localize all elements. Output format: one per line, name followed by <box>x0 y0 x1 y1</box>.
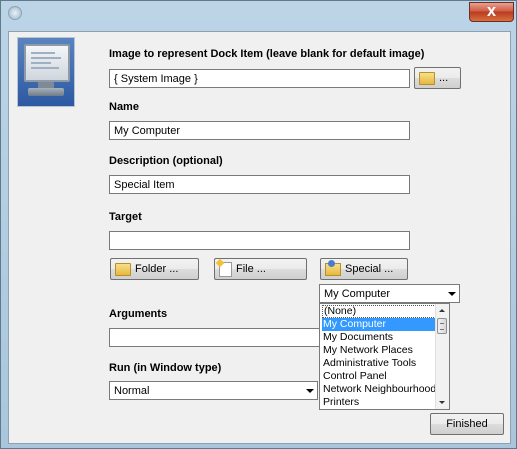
open-folder-icon <box>419 71 435 85</box>
dropdown-scrollbar[interactable] <box>435 304 449 409</box>
browse-image-label: ... <box>439 72 449 84</box>
dock-item-image <box>17 37 75 107</box>
file-button[interactable]: File ... <box>214 258 307 280</box>
chevron-down-icon <box>306 389 314 393</box>
scroll-up-icon[interactable] <box>436 304 449 317</box>
special-dropdown-value: My Computer <box>324 288 391 300</box>
title-bar[interactable]: X <box>1 1 516 25</box>
special-button[interactable]: Special ... <box>320 258 408 280</box>
special-folder-icon <box>325 259 341 276</box>
finished-button[interactable]: Finished <box>430 413 504 435</box>
special-dropdown-list[interactable]: (None) My Computer My Documents My Netwo… <box>319 303 450 410</box>
computer-monitor-icon <box>24 44 70 82</box>
run-window-type-value: Normal <box>114 385 150 397</box>
target-label: Target <box>109 211 142 223</box>
arguments-field[interactable] <box>109 328 320 347</box>
browse-image-button[interactable]: ... <box>414 67 461 89</box>
dropdown-option[interactable]: My Computer <box>322 318 439 331</box>
scroll-thumb[interactable] <box>437 318 447 334</box>
folder-icon <box>115 262 131 276</box>
dropdown-option[interactable]: Administrative Tools <box>322 357 439 370</box>
name-label: Name <box>109 101 139 113</box>
dialog-window: X Image to represent Dock Item (leave bl… <box>0 0 517 449</box>
special-button-label: Special ... <box>345 263 394 275</box>
image-label: Image to represent Dock Item (leave blan… <box>109 48 425 60</box>
dialog-body: Image to represent Dock Item (leave blan… <box>8 31 511 444</box>
description-label: Description (optional) <box>109 155 223 167</box>
dropdown-option[interactable]: My Documents <box>322 331 439 344</box>
folder-button-label: Folder ... <box>135 263 179 275</box>
close-button[interactable]: X <box>469 2 514 22</box>
special-dropdown[interactable]: My Computer <box>319 284 460 303</box>
description-field[interactable]: Special Item <box>109 175 410 194</box>
app-orb-icon <box>8 6 22 20</box>
folder-button[interactable]: Folder ... <box>110 258 199 280</box>
dropdown-option[interactable]: My Network Places <box>322 344 439 357</box>
dropdown-option[interactable]: Network Neighbourhood <box>322 383 439 396</box>
new-file-icon <box>219 261 232 277</box>
dropdown-option[interactable]: (None) <box>322 305 438 318</box>
arguments-label: Arguments <box>109 308 168 320</box>
run-label: Run (in Window type) <box>109 362 222 374</box>
target-field[interactable] <box>109 231 410 250</box>
scroll-down-icon[interactable] <box>436 396 449 409</box>
dropdown-option[interactable]: Control Panel <box>322 370 439 383</box>
name-field[interactable]: My Computer <box>109 121 410 140</box>
file-button-label: File ... <box>236 263 266 275</box>
chevron-down-icon <box>448 292 456 296</box>
image-path-field[interactable]: { System Image } <box>109 69 410 88</box>
dropdown-option[interactable]: Printers <box>322 396 439 409</box>
run-window-type-select[interactable]: Normal <box>109 381 318 400</box>
